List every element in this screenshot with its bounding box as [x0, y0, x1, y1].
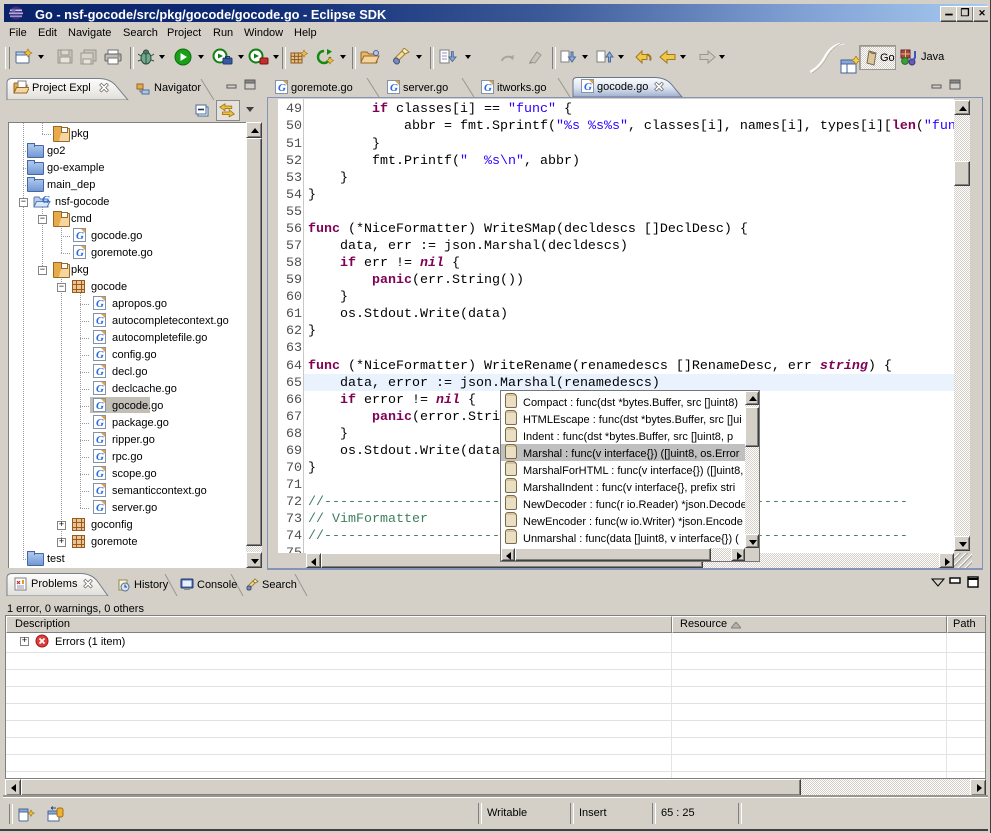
svg-text:G: G: [42, 194, 50, 206]
